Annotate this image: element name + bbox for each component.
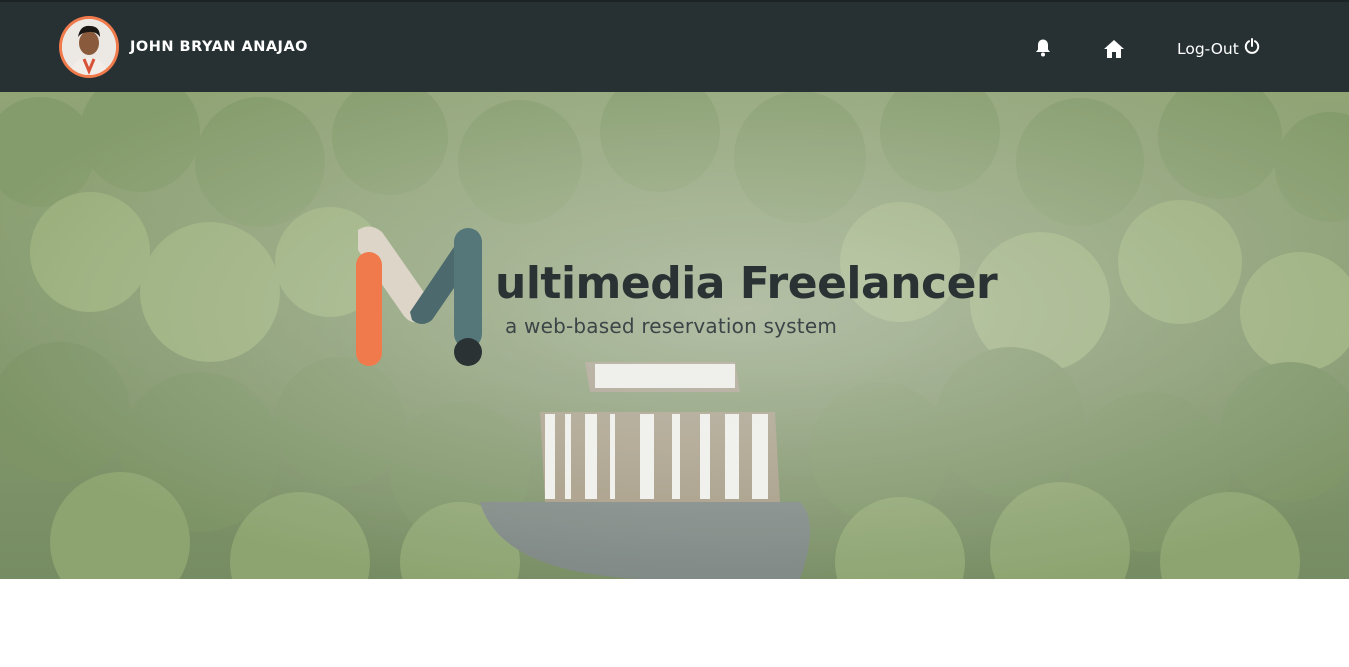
home-icon[interactable] — [1103, 39, 1125, 63]
bell-icon[interactable] — [1034, 38, 1052, 62]
user-profile[interactable]: JOHN BRYAN ANAJAO — [59, 16, 308, 78]
logout-label[interactable]: Log-Out — [1177, 40, 1239, 58]
power-icon[interactable] — [1244, 38, 1260, 59]
avatar[interactable] — [59, 16, 119, 78]
site-logo: ultimedia Freelancer a web-based reserva… — [350, 220, 1020, 375]
logout-button[interactable]: Log-Out — [1177, 38, 1260, 59]
hero-banner: ultimedia Freelancer a web-based reserva… — [0, 92, 1349, 579]
page-content-area — [0, 579, 1349, 667]
logo-m-mark — [356, 226, 482, 366]
top-navbar: JOHN BRYAN ANAJAO Log-Out — [0, 0, 1349, 92]
user-name[interactable]: JOHN BRYAN ANAJAO — [130, 39, 308, 55]
logo-title: ultimedia Freelancer — [495, 258, 998, 309]
logo-subtitle: a web-based reservation system — [505, 314, 838, 338]
